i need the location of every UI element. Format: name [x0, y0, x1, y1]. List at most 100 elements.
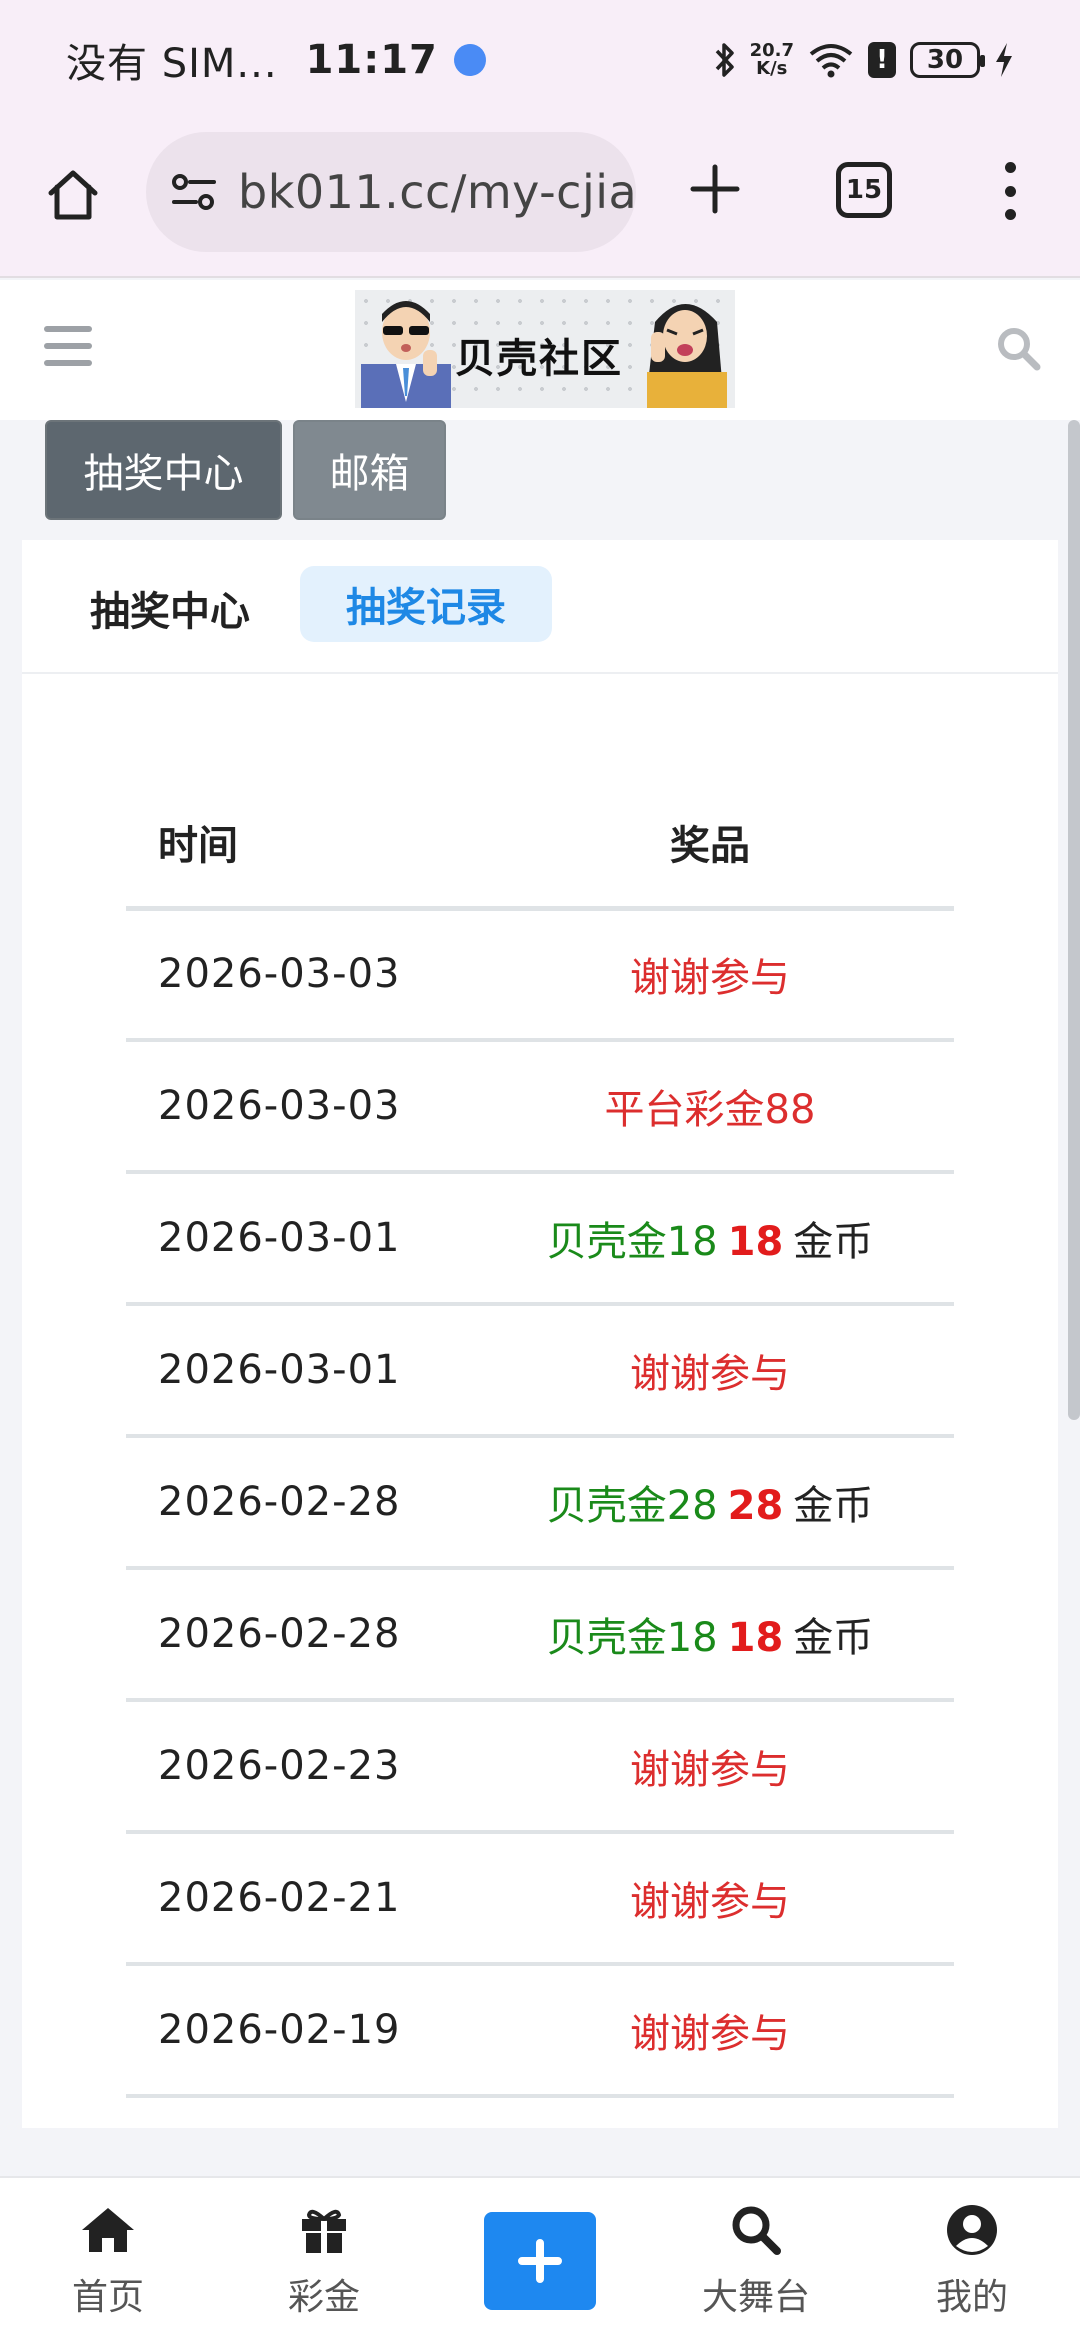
status-right: 20.7 K/s ! 30: [714, 41, 1014, 79]
record-time: 2026-03-01: [126, 1172, 466, 1306]
logo-figure-right-icon: [647, 304, 727, 408]
record-prize: 谢谢参与: [466, 908, 954, 1042]
menu-icon[interactable]: [44, 326, 92, 366]
record-time: 2026-02-23: [126, 1700, 466, 1834]
prize-name: 谢谢参与: [630, 1879, 790, 1925]
prize-name: 贝壳金28: [546, 1483, 718, 1529]
bottom-nav-mine-label: 我的: [935, 2277, 1008, 2318]
bottom-nav-mine[interactable]: 我的: [892, 2200, 1052, 2320]
prize-name: 谢谢参与: [630, 1351, 790, 1397]
record-prize: 贝壳金18 18 金币: [466, 1568, 954, 1702]
record-time: 2026-02-19: [126, 1964, 466, 2098]
prize-name: 谢谢参与: [630, 955, 790, 1002]
coin-unit: 金币: [793, 1483, 874, 1529]
net-speed: 20.7 K/s: [750, 42, 794, 78]
bottom-nav: 首页 彩金 大舞台 我的: [0, 2176, 1080, 2340]
bottom-nav-stage[interactable]: 大舞台: [676, 2200, 836, 2320]
record-time: 2026-02-21: [126, 1832, 466, 1966]
wifi-icon: [808, 42, 854, 78]
status-bar: 没有 SIM... 11:17 20.7 K/s ! 30: [0, 0, 1080, 120]
scrollbar[interactable]: [1068, 420, 1080, 1420]
table-row: 2026-03-01 谢谢参与: [126, 1304, 954, 1438]
mailbox-button[interactable]: 邮箱: [293, 420, 446, 520]
table-row: 2026-03-01 贝壳金18 18 金币: [126, 1172, 954, 1306]
record-prize: 谢谢参与: [466, 1700, 954, 1834]
user-icon: [946, 2200, 998, 2260]
gift-icon: [299, 2200, 349, 2260]
site-settings-icon[interactable]: [168, 166, 220, 218]
record-time: 2026-03-03: [126, 1040, 466, 1174]
prize-name: 谢谢参与: [630, 2011, 790, 2057]
site-header: 贝壳社区: [0, 280, 1080, 420]
prize-name: 贝壳金18: [546, 1219, 718, 1265]
table-row: 2026-02-19 谢谢参与: [126, 1964, 954, 2098]
battery-level: 30: [926, 45, 964, 75]
bottom-nav-bonus[interactable]: 彩金: [244, 2200, 404, 2320]
home-icon: [80, 2200, 136, 2260]
bluetooth-icon: [714, 41, 736, 79]
clock: 11:17: [305, 37, 438, 83]
record-time: 2026-03-03: [126, 908, 466, 1042]
logo-figure-left-icon: [361, 301, 451, 408]
bottom-nav-home[interactable]: 首页: [28, 2200, 188, 2320]
prize-name: 谢谢参与: [630, 1747, 790, 1793]
record-time: 2026-02-28: [126, 1436, 466, 1570]
record-prize: 贝壳金28 28 金币: [466, 1436, 954, 1570]
table-row: 2026-03-03 平台彩金88: [126, 1040, 954, 1174]
logo-text: 贝壳社区: [455, 336, 623, 382]
carrier-label: 没有 SIM...: [66, 41, 278, 87]
record-prize: 贝壳金18 18 金币: [466, 1172, 954, 1306]
record-prize: 谢谢参与: [466, 1304, 954, 1438]
coin-unit: 金币: [793, 1219, 874, 1265]
url-text: bk011.cc/my-cjia: [238, 165, 636, 219]
address-bar[interactable]: bk011.cc/my-cjia: [146, 132, 636, 252]
bottom-nav-bonus-label: 彩金: [287, 2277, 360, 2318]
search-icon: [730, 2200, 782, 2260]
post-button[interactable]: [484, 2212, 596, 2310]
vpn-icon: [448, 38, 492, 82]
column-header-time: 时间: [126, 778, 466, 911]
coin-amount: 18: [727, 1615, 784, 1661]
charging-icon: [994, 42, 1014, 78]
tab-count: 15: [845, 175, 883, 205]
plus-icon: [690, 164, 740, 214]
lottery-card: 抽奖中心 抽奖记录 时间 奖品 2026-03-03 谢谢参与 2026-03-03…: [22, 540, 1058, 2128]
tab-lottery-center[interactable]: 抽奖中心: [90, 570, 250, 646]
dot-icon: [1004, 209, 1016, 220]
tab-lottery-records[interactable]: 抽奖记录: [300, 566, 552, 642]
bottom-nav-stage-label: 大舞台: [701, 2277, 810, 2318]
table-row: 2026-02-28 贝壳金18 18 金币: [126, 1568, 954, 1702]
search-icon[interactable]: [994, 324, 1042, 372]
column-header-prize: 奖品: [466, 778, 954, 911]
table-row: 2026-02-28 贝壳金28 28 金币: [126, 1436, 954, 1570]
table-row: 2026-02-21 谢谢参与: [126, 1832, 954, 1966]
coin-amount: 18: [727, 1219, 784, 1265]
browser-toolbar: bk011.cc/my-cjia 15: [0, 120, 1080, 278]
record-prize: 谢谢参与: [466, 1832, 954, 1966]
prize-name: 平台彩金88: [604, 1087, 816, 1133]
table-header-row: 时间 奖品: [126, 778, 954, 911]
tab-switcher-button[interactable]: 15: [836, 162, 892, 218]
record-time: 2026-03-01: [126, 1304, 466, 1438]
coin-unit: 金币: [793, 1615, 874, 1661]
home-icon: [48, 170, 98, 220]
new-tab-button[interactable]: [680, 154, 750, 224]
table-row: 2026-03-03 谢谢参与: [126, 908, 954, 1042]
record-time: 2026-02-28: [126, 1568, 466, 1702]
plus-icon: [518, 2239, 562, 2283]
lottery-center-button[interactable]: 抽奖中心: [45, 420, 282, 520]
dot-icon: [1004, 162, 1016, 173]
site-logo[interactable]: 贝壳社区: [355, 290, 735, 408]
table-row: 2026-02-23 谢谢参与: [126, 1700, 954, 1834]
records-table: 时间 奖品 2026-03-03 谢谢参与 2026-03-03 平台彩金88 2026…: [126, 778, 954, 2098]
alert-icon: !: [868, 42, 896, 78]
dot-icon: [1004, 185, 1016, 197]
record-prize: 谢谢参与: [466, 1964, 954, 2098]
record-prize: 平台彩金88: [466, 1040, 954, 1174]
prize-name: 贝壳金18: [546, 1615, 718, 1661]
home-button[interactable]: [38, 160, 108, 230]
status-left: 没有 SIM... 11:17: [66, 31, 492, 89]
more-menu-button[interactable]: [990, 156, 1030, 226]
net-speed-unit: K/s: [756, 58, 788, 79]
card-tabs: 抽奖中心 抽奖记录: [22, 540, 1058, 674]
